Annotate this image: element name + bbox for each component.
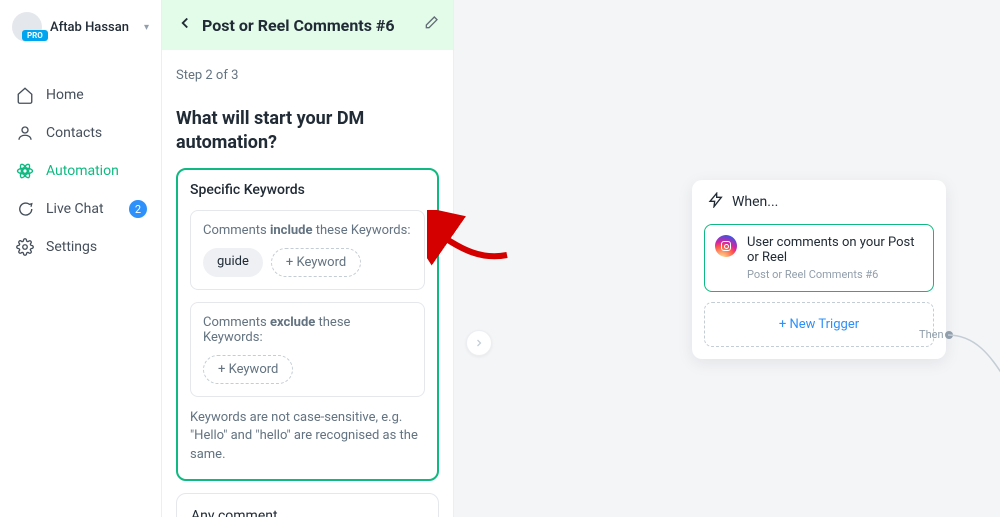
contacts-icon xyxy=(16,124,34,142)
pro-badge: PRO xyxy=(22,30,48,41)
config-panel: Post or Reel Comments #6 Step 2 of 3 Wha… xyxy=(162,0,454,517)
trigger-title: User comments on your Post or Reel xyxy=(747,235,923,265)
flow-canvas[interactable]: When... User comments on your Post or Re… xyxy=(454,0,1000,517)
bolt-icon xyxy=(708,192,724,212)
user-name: Aftab Hassan xyxy=(50,20,136,35)
keywords-hint: Keywords are not case-sensitive, e.g. "H… xyxy=(190,409,425,466)
include-keywords-box: Comments include these Keywords: guide +… xyxy=(190,210,425,290)
panel-title: Post or Reel Comments #6 xyxy=(202,16,415,35)
panel-scroll-button[interactable] xyxy=(466,330,492,356)
sidebar-item-label: Contacts xyxy=(46,125,102,141)
sidebar-item-label: Home xyxy=(46,87,84,103)
when-label: When... xyxy=(732,194,778,210)
exclude-label: Comments exclude these Keywords: xyxy=(203,315,412,345)
chat-icon xyxy=(16,200,34,218)
keyword-chip[interactable]: guide xyxy=(203,248,263,277)
step-indicator: Step 2 of 3 xyxy=(176,68,439,83)
when-node[interactable]: When... User comments on your Post or Re… xyxy=(692,180,946,359)
back-button[interactable] xyxy=(176,14,194,36)
step-question: What will start your DM automation? xyxy=(176,107,439,156)
home-icon xyxy=(16,86,34,104)
sidebar-item-automation[interactable]: Automation xyxy=(0,152,161,190)
automation-icon xyxy=(16,162,34,180)
sidebar-item-contacts[interactable]: Contacts xyxy=(0,114,161,152)
option-any-comment[interactable]: Any comment xyxy=(176,493,439,517)
trigger-subtitle: Post or Reel Comments #6 xyxy=(747,268,923,281)
connector-dot[interactable] xyxy=(945,331,953,339)
sidebar-item-label: Automation xyxy=(46,163,119,179)
sidebar-item-live-chat[interactable]: Live Chat 2 xyxy=(0,190,161,228)
sidebar-item-settings[interactable]: Settings xyxy=(0,228,161,266)
add-keyword-button[interactable]: + Keyword xyxy=(203,355,293,384)
gear-icon xyxy=(16,238,34,256)
panel-header: Post or Reel Comments #6 xyxy=(162,0,453,50)
sidebar-item-home[interactable]: Home xyxy=(0,76,161,114)
include-label: Comments include these Keywords: xyxy=(203,223,412,238)
sidebar-item-label: Settings xyxy=(46,239,97,255)
sidebar: Aftab Hassan ▾ PRO Home Contacts Automat… xyxy=(0,0,162,517)
instagram-icon xyxy=(715,235,737,257)
nav: Home Contacts Automation Live Chat 2 S xyxy=(0,76,161,266)
option-specific-keywords[interactable]: Specific Keywords Comments include these… xyxy=(176,168,439,482)
add-keyword-button[interactable]: + Keyword xyxy=(271,248,361,277)
add-trigger-button[interactable]: + New Trigger xyxy=(704,302,934,347)
option-title: Specific Keywords xyxy=(190,182,425,198)
rename-button[interactable] xyxy=(423,15,439,35)
unread-badge: 2 xyxy=(129,200,147,218)
connector-line xyxy=(946,332,1000,382)
trigger-card[interactable]: User comments on your Post or Reel Post … xyxy=(704,224,934,292)
exclude-keywords-box: Comments exclude these Keywords: + Keywo… xyxy=(190,302,425,397)
then-label: Then xyxy=(919,328,944,341)
chevron-down-icon: ▾ xyxy=(144,22,149,33)
sidebar-item-label: Live Chat xyxy=(46,201,104,217)
